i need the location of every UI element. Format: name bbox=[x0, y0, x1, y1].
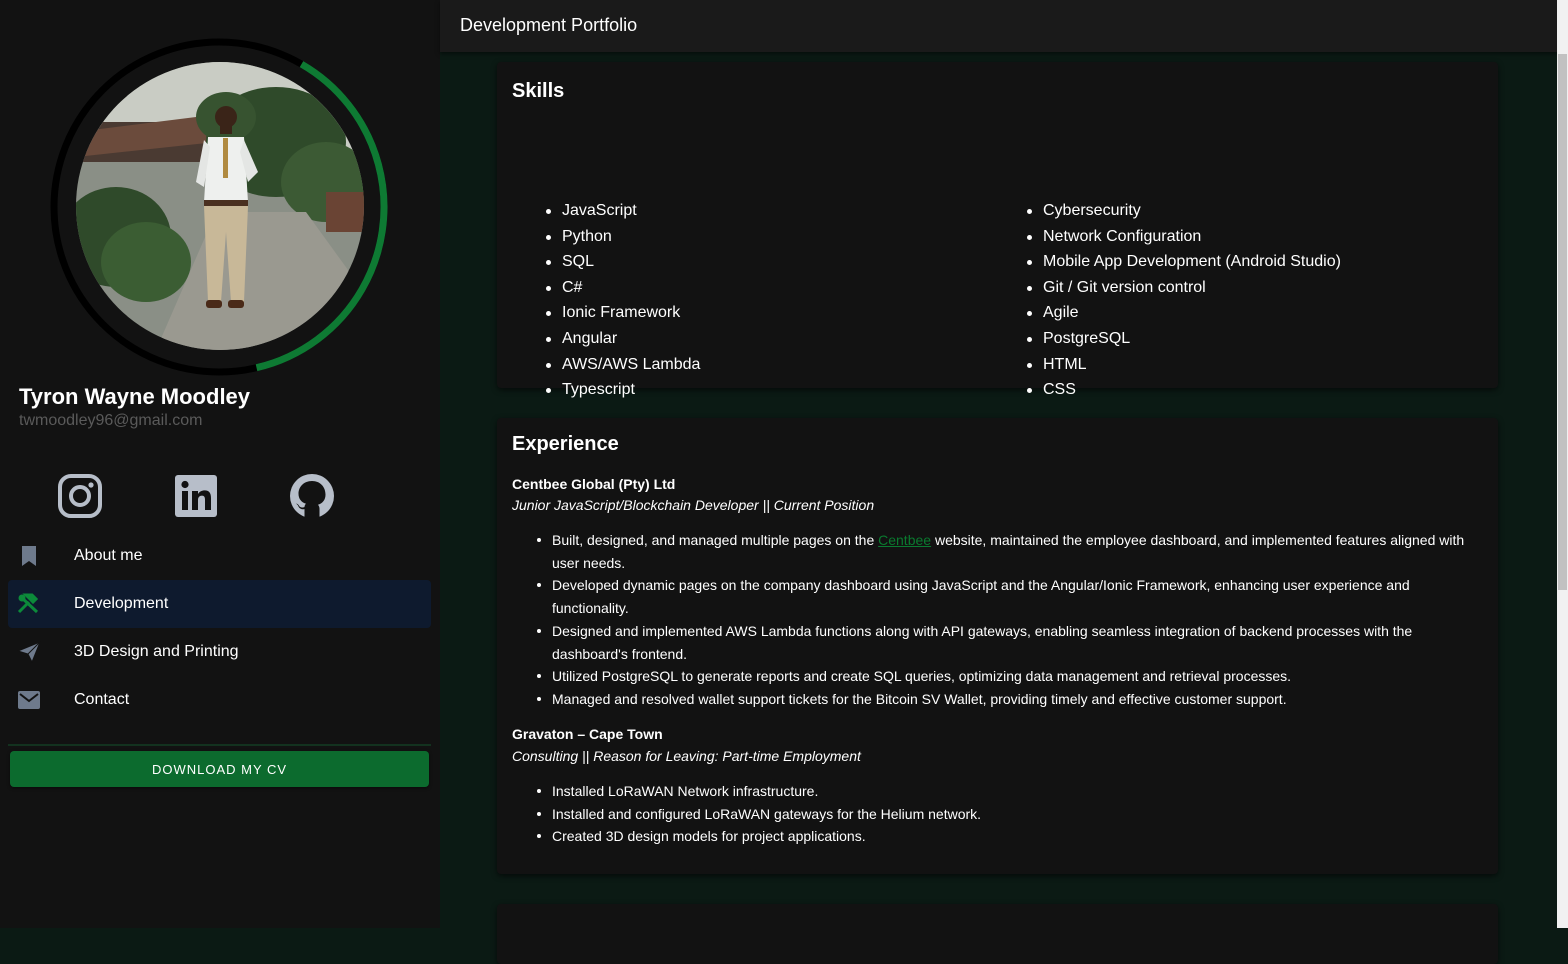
job-bullets: Built, designed, and managed multiple pa… bbox=[534, 529, 1469, 711]
list-item: Network Configuration bbox=[1027, 228, 1341, 254]
avatar bbox=[76, 62, 364, 350]
nav-item-development[interactable]: Development bbox=[8, 580, 431, 628]
list-item: Cybersecurity bbox=[1027, 202, 1341, 228]
job-role: Consulting || Reason for Leaving: Part-t… bbox=[512, 748, 861, 764]
company-name: Gravaton – Cape Town bbox=[512, 726, 663, 742]
skills-list-left: JavaScript Python SQL C# Ionic Framework… bbox=[546, 202, 700, 407]
nav-item-label: Development bbox=[74, 595, 169, 612]
app-header: Development Portfolio bbox=[440, 0, 1557, 52]
bookmark-icon bbox=[16, 543, 42, 569]
scrollbar-thumb[interactable] bbox=[1558, 54, 1567, 590]
job-role: Junior JavaScript/Blockchain Developer |… bbox=[512, 497, 875, 513]
list-item: Designed and implemented AWS Lambda func… bbox=[534, 620, 1469, 665]
page-title: Development Portfolio bbox=[460, 15, 638, 35]
profile-name: Tyron Wayne Moodley bbox=[19, 384, 251, 409]
mail-icon bbox=[16, 687, 42, 713]
github-icon[interactable] bbox=[288, 472, 336, 520]
list-item: Ionic Framework bbox=[546, 304, 700, 330]
linkedin-icon[interactable] bbox=[172, 472, 220, 520]
divider bbox=[8, 744, 431, 746]
list-item: C# bbox=[546, 279, 700, 305]
nav-item-label: Contact bbox=[74, 691, 130, 708]
experience-card: Experience Centbee Global (Pty) Ltd Juni… bbox=[497, 418, 1498, 874]
list-item: Angular bbox=[546, 330, 700, 356]
nav-item-about-me[interactable]: About me bbox=[8, 532, 431, 580]
qualifications-card bbox=[497, 904, 1498, 964]
download-cv-button[interactable]: DOWNLOAD MY CV bbox=[10, 751, 429, 787]
nav-item-label: About me bbox=[74, 547, 143, 564]
list-item: Mobile App Development (Android Studio) bbox=[1027, 253, 1341, 279]
bullet-text: Built, designed, and managed multiple pa… bbox=[552, 532, 879, 548]
list-item: Installed LoRaWAN Network infrastructure… bbox=[534, 780, 1469, 803]
list-item: Managed and resolved wallet support tick… bbox=[534, 688, 1469, 711]
list-item: Agile bbox=[1027, 304, 1341, 330]
nav-item-contact[interactable]: Contact bbox=[8, 676, 431, 724]
list-item: Installed and configured LoRaWAN gateway… bbox=[534, 803, 1469, 826]
list-item: PostgreSQL bbox=[1027, 330, 1341, 356]
list-item: Git / Git version control bbox=[1027, 279, 1341, 305]
list-item: CSS bbox=[1027, 381, 1341, 407]
list-item: Created 3D design models for project app… bbox=[534, 825, 1469, 848]
list-item: Typescript bbox=[546, 381, 700, 407]
skills-card: Skills JavaScript Python SQL C# Ionic Fr… bbox=[497, 62, 1498, 398]
company-name: Centbee Global (Pty) Ltd bbox=[512, 476, 676, 492]
centbee-link[interactable]: Centbee bbox=[878, 532, 931, 548]
list-item: Built, designed, and managed multiple pa… bbox=[534, 529, 1469, 574]
skills-title: Skills bbox=[512, 80, 565, 102]
send-icon bbox=[16, 639, 42, 665]
profile-email: twmoodley96@gmail.com bbox=[19, 412, 203, 429]
list-item: JavaScript bbox=[546, 202, 700, 228]
list-item: HTML bbox=[1027, 356, 1341, 382]
sidebar-nav: About me Development 3D Design and Print… bbox=[8, 532, 431, 724]
sidebar: Tyron Wayne Moodley twmoodley96@gmail.co… bbox=[0, 0, 440, 928]
skills-list-right: Cybersecurity Network Configuration Mobi… bbox=[1027, 202, 1341, 407]
list-item: Developed dynamic pages on the company d… bbox=[534, 574, 1469, 619]
list-item: Utilized PostgreSQL to generate reports … bbox=[534, 665, 1469, 688]
tools-icon bbox=[16, 591, 42, 617]
list-item: Python bbox=[546, 228, 700, 254]
instagram-icon[interactable] bbox=[56, 472, 104, 520]
job-bullets: Installed LoRaWAN Network infrastructure… bbox=[534, 780, 1469, 848]
experience-title: Experience bbox=[512, 433, 619, 455]
list-item: AWS/AWS Lambda bbox=[546, 356, 700, 382]
nav-item-3d-design[interactable]: 3D Design and Printing bbox=[8, 628, 431, 676]
list-item: SQL bbox=[546, 253, 700, 279]
nav-item-label: 3D Design and Printing bbox=[74, 643, 239, 660]
